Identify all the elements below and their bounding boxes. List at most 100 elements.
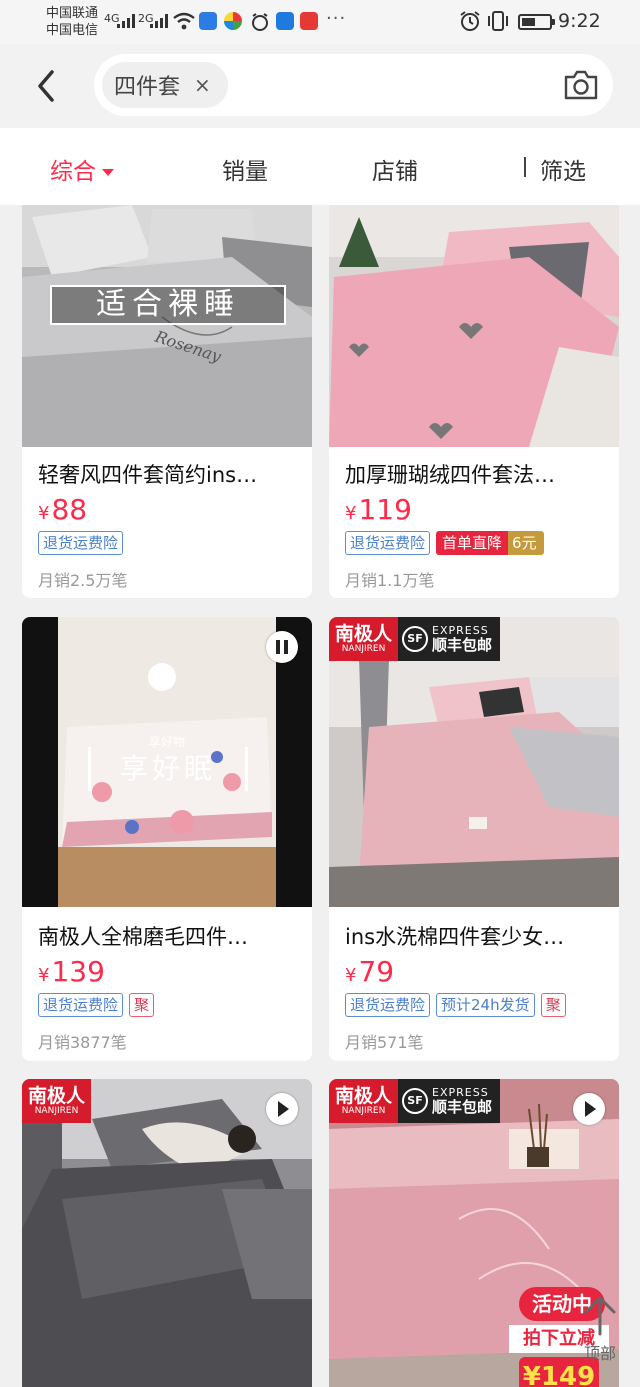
monthly-sales: 月销3877笔 xyxy=(38,1033,127,1052)
sort-stores[interactable]: 店铺 xyxy=(372,152,418,186)
product-card[interactable]: 适合裸睡 Rosenay 轻奢风四件套简约ins… ¥88 退货运费险 月销2.… xyxy=(22,205,312,598)
product-title[interactable]: ins水洗棉四件套少女… xyxy=(345,921,607,951)
product-tags: 退货运费险 首单直降 6元 xyxy=(345,531,544,555)
product-video[interactable]: 享好眠 享好物 xyxy=(22,617,312,907)
arrow-up-icon xyxy=(584,1296,616,1336)
product-image[interactable] xyxy=(329,205,619,447)
product-title[interactable]: 轻奢风四件套简约ins… xyxy=(38,459,300,489)
product-title[interactable]: 南极人全棉磨毛四件… xyxy=(38,921,300,951)
signal-1-icon xyxy=(117,13,135,28)
product-image[interactable]: 适合裸睡 Rosenay xyxy=(22,205,312,447)
news-notification-icon xyxy=(300,12,318,30)
ju-tag: 聚 xyxy=(129,993,155,1017)
nanjiren-logo: 南极人 NANJIREN xyxy=(22,1079,92,1123)
filter-divider xyxy=(524,157,526,177)
return-insurance-tag: 退货运费险 xyxy=(38,993,124,1017)
status-time: 9:22 xyxy=(558,10,601,32)
battery-level xyxy=(522,18,535,26)
currency-symbol: ¥ xyxy=(38,503,50,524)
product-card[interactable]: 南极人 NANJIREN SF EXPRESS 顺丰包邮 ins水洗棉四件套少女… xyxy=(329,617,619,1061)
sf-logo-icon: SF xyxy=(402,626,429,652)
shipping-cn: 顺丰包邮 xyxy=(432,1098,493,1116)
sf-logo-icon: SF xyxy=(402,1088,429,1114)
return-insurance-tag: 退货运费险 xyxy=(345,993,431,1017)
sort-comprehensive[interactable]: 综合 xyxy=(50,152,114,186)
brand-banner: 南极人 NANJIREN xyxy=(22,1079,92,1123)
more-notifications-icon: ··· xyxy=(326,8,347,29)
image-caption: 适合裸睡 xyxy=(50,285,286,325)
product-price: ¥88 xyxy=(38,493,87,526)
back-icon[interactable] xyxy=(30,66,66,106)
app-notification-icon xyxy=(199,12,217,30)
sf-express-badge: SF EXPRESS 顺丰包邮 xyxy=(398,617,501,661)
search-header: 四件套 × xyxy=(0,44,640,128)
brand-en: NANJIREN xyxy=(341,644,386,654)
alarm-notification-icon xyxy=(252,13,268,31)
alarm-clock-icon xyxy=(460,11,480,31)
product-tags: 退货运费险 xyxy=(38,531,124,555)
monthly-sales: 月销571笔 xyxy=(345,1033,424,1052)
pause-video-icon[interactable] xyxy=(266,631,298,663)
carrier-1: 中国联通 xyxy=(46,6,99,21)
search-input[interactable]: 四件套 × xyxy=(94,54,613,116)
battery-icon xyxy=(518,14,555,30)
sort-sales[interactable]: 销量 xyxy=(222,152,268,186)
product-tags: 退货运费险 预计24h发货 聚 xyxy=(345,993,566,1017)
sf-express-badge: SF EXPRESS 顺丰包邮 xyxy=(398,1079,501,1123)
shipping-time-tag: 预计24h发货 xyxy=(436,993,535,1017)
product-price: ¥79 xyxy=(345,955,394,988)
currency-symbol: ¥ xyxy=(345,965,357,986)
price-value: 88 xyxy=(51,493,88,526)
brand-en: NANJIREN xyxy=(34,1106,79,1116)
sort-comprehensive-label: 综合 xyxy=(50,159,96,185)
currency-symbol: ¥ xyxy=(345,503,357,524)
shield-notification-icon xyxy=(276,12,294,30)
price-value: 79 xyxy=(358,955,395,988)
product-video[interactable]: 南极人 NANJIREN xyxy=(22,1079,312,1387)
product-card[interactable]: 加厚珊瑚绒四件套法… ¥119 退货运费险 首单直降 6元 月销1.1万笔 xyxy=(329,205,619,598)
brand-cn: 南极人 xyxy=(335,1085,393,1107)
image-caption: 享好眠 xyxy=(88,747,248,791)
shipping-cn: 顺丰包邮 xyxy=(432,636,493,654)
play-video-icon[interactable] xyxy=(266,1093,298,1125)
nanjiren-logo: 南极人 NANJIREN xyxy=(329,617,399,661)
filter-button[interactable]: 筛选 xyxy=(540,152,586,186)
brand-en: NANJIREN xyxy=(341,1106,386,1116)
first-order-discount-badge: 首单直降 6元 xyxy=(436,531,544,555)
product-tags: 退货运费险 聚 xyxy=(38,993,155,1017)
browser-notification-icon xyxy=(224,12,242,30)
carrier-labels: 中国联通 中国电信 xyxy=(46,5,98,39)
brand-banner: 南极人 NANJIREN SF EXPRESS 顺丰包邮 xyxy=(329,617,501,661)
status-bar: 中国联通 中国电信 4G 2G ··· 9:22 xyxy=(0,0,640,44)
search-keyword-chip[interactable]: 四件套 × xyxy=(102,62,228,108)
price-value: 119 xyxy=(358,493,412,526)
back-to-top-button[interactable]: 顶部 xyxy=(572,1294,628,1364)
nanjiren-logo: 南极人 NANJIREN xyxy=(329,1079,399,1123)
search-keyword: 四件套 xyxy=(114,75,181,100)
wifi-icon xyxy=(173,12,195,30)
back-to-top-label: 顶部 xyxy=(583,1344,616,1363)
monthly-sales: 月销2.5万笔 xyxy=(38,571,128,590)
play-video-icon[interactable] xyxy=(573,1093,605,1125)
return-insurance-tag: 退货运费险 xyxy=(345,531,431,555)
return-insurance-tag: 退货运费险 xyxy=(38,531,124,555)
product-title[interactable]: 加厚珊瑚绒四件套法… xyxy=(345,459,607,489)
brand-cn: 南极人 xyxy=(28,1085,86,1107)
product-image[interactable]: 南极人 NANJIREN SF EXPRESS 顺丰包邮 xyxy=(329,617,619,907)
brand-cn: 南极人 xyxy=(335,623,393,645)
dropdown-arrow-icon xyxy=(102,169,114,176)
carrier-2: 中国电信 xyxy=(46,23,99,38)
product-price: ¥139 xyxy=(38,955,105,988)
currency-symbol: ¥ xyxy=(38,965,50,986)
product-card[interactable]: 享好眠 享好物 南极人全棉磨毛四件… ¥139 退货运费险 聚 月销3877笔 xyxy=(22,617,312,1061)
ju-tag: 聚 xyxy=(540,993,566,1017)
camera-search-icon[interactable] xyxy=(563,69,599,101)
promo-label: 首单直降 xyxy=(436,531,509,555)
product-card[interactable]: 南极人 NANJIREN xyxy=(22,1079,312,1387)
clear-keyword-button[interactable]: × xyxy=(194,73,211,97)
product-grid: 适合裸睡 Rosenay 轻奢风四件套简约ins… ¥88 退货运费险 月销2.… xyxy=(0,205,640,1387)
vibrate-icon xyxy=(488,11,508,31)
monthly-sales: 月销1.1万笔 xyxy=(345,571,435,590)
product-price: ¥119 xyxy=(345,493,412,526)
promo-value: 6元 xyxy=(508,531,544,555)
